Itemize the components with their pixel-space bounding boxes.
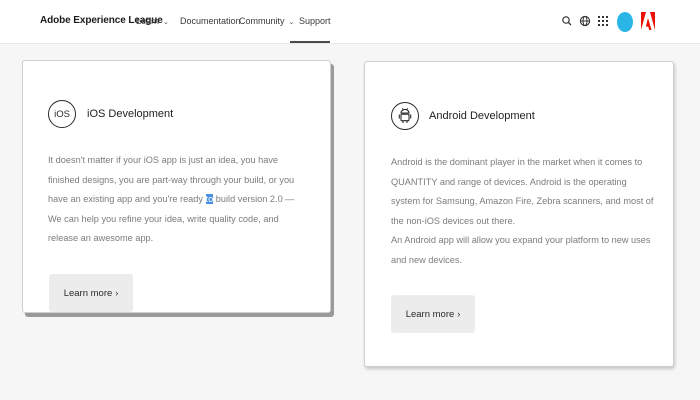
top-navigation-bar: Adobe Experience League Learn ⌄ Documenta… [0,0,700,44]
description-paragraph: An Android app will allow you expand you… [391,235,651,265]
nav-support-label: Support [299,16,331,26]
avatar[interactable] [617,12,633,32]
chevron-down-icon: ⌄ [288,19,295,26]
nav-community[interactable]: Community ⌄ [239,16,294,26]
learn-more-button[interactable]: Learn more › [391,295,475,333]
nav-support[interactable]: Support [299,16,331,26]
card-title: iOS Development [87,108,174,120]
learn-more-button[interactable]: Learn more › [49,274,133,312]
globe-icon[interactable] [578,14,592,28]
learn-more-label: Learn more [63,287,113,299]
chevron-down-icon: ⌄ [163,19,169,26]
apps-grid-icon[interactable] [596,14,610,28]
android-development-card: Android Development Android is the domin… [364,61,674,367]
card-description: It doesn't matter if your iOS app is jus… [48,151,310,249]
ios-icon-label: iOS [54,108,70,120]
adobe-logo[interactable] [641,11,655,31]
ios-icon: iOS [48,100,76,128]
card-title: Android Development [429,110,535,122]
nav-documentation[interactable]: Documentation [180,16,241,26]
nav-learn-label: Learn [136,16,160,26]
chevron-right-icon: › [457,309,461,319]
card-description: Android is the dominant player in the ma… [391,153,656,270]
nav-community-label: Community [239,16,285,26]
description-paragraph: Android is the dominant player in the ma… [391,157,654,226]
active-nav-indicator [290,41,330,43]
ios-development-card: iOS iOS Development It doesn't matter if… [22,60,331,313]
chevron-right-icon: › [115,288,119,298]
nav-documentation-label: Documentation [180,16,241,26]
nav-learn[interactable]: Learn ⌄ [136,16,169,26]
search-icon[interactable] [560,14,574,28]
android-icon [391,102,419,130]
learn-more-label: Learn more [405,308,455,320]
